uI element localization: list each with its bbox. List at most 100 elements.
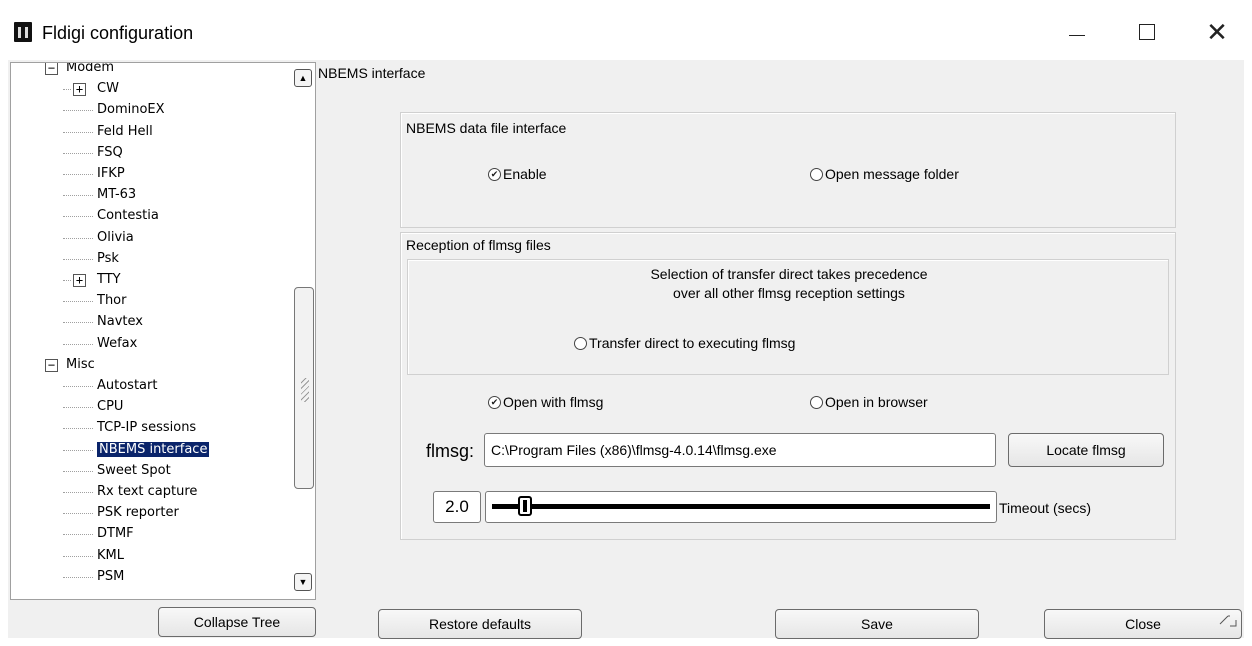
tree-item[interactable]: Wefax: [97, 334, 137, 354]
flmsg-path-input[interactable]: C:\Program Files (x86)\flmsg-4.0.14\flms…: [484, 433, 996, 467]
tree-connector: [63, 174, 93, 175]
open-with-flmsg-checkbox[interactable]: Open with flmsg: [488, 393, 603, 411]
checkbox-icon: [810, 167, 823, 181]
expand-icon[interactable]: +: [73, 83, 86, 97]
restore-defaults-button[interactable]: Restore defaults: [378, 609, 582, 639]
transfer-direct-label: Transfer direct to executing flmsg: [589, 335, 796, 351]
config-tree: ▲ ▼ − Modem + CW DominoEX Feld Hell FSQ IFKP MT-…: [10, 62, 316, 600]
open-in-browser-checkbox[interactable]: Open in browser: [810, 393, 928, 411]
page-title: NBEMS interface: [318, 65, 426, 81]
tree-item-label: Rx text capture: [97, 484, 198, 499]
tree-item[interactable]: PSK reporter: [97, 503, 179, 523]
tree-item-label: PSM: [97, 568, 125, 584]
tree-item-label: MT-63: [97, 187, 137, 203]
tree-connector: [63, 513, 93, 515]
tree-connector: [63, 280, 71, 281]
tree-connector: [63, 555, 93, 557]
tree-item[interactable]: MT-63: [97, 185, 136, 205]
tree-item-label: Sweet Spot: [97, 462, 171, 478]
open-message-folder-label: Open message folder: [825, 166, 959, 182]
minimize-button[interactable]: [1054, 12, 1100, 52]
checkbox-icon: [488, 395, 501, 409]
open-message-folder-checkbox[interactable]: Open message folder: [810, 165, 959, 183]
collapse-tree-button[interactable]: Collapse Tree: [158, 607, 316, 637]
checkbox-icon: [488, 167, 501, 181]
tree-item-label: PSK reporter: [97, 505, 179, 521]
tree-item-label: Thor: [97, 293, 127, 309]
tree-item-label: Misc: [66, 356, 95, 372]
tree-item[interactable]: KML: [97, 546, 124, 566]
enable-checkbox[interactable]: Enable: [488, 165, 547, 183]
tree-item[interactable]: TTY: [97, 270, 121, 290]
tree-item[interactable]: Feld Hell: [97, 122, 153, 142]
transfer-direct-checkbox[interactable]: Transfer direct to executing flmsg: [574, 334, 795, 352]
enable-label: Enable: [503, 166, 547, 182]
scroll-up-button[interactable]: ▲: [294, 69, 312, 87]
tree-item-label: FSQ: [97, 144, 123, 160]
tree-connector: [63, 195, 93, 197]
locate-flmsg-button[interactable]: Locate flmsg: [1008, 433, 1164, 467]
open-in-browser-label: Open in browser: [825, 394, 928, 410]
precedence-note-line1: Selection of transfer direct takes prece…: [650, 266, 928, 282]
reception-group-label: Reception of flmsg files: [406, 237, 551, 253]
tree-item[interactable]: CPU: [97, 397, 123, 417]
minimize-icon: [1069, 34, 1085, 36]
resize-grip-icon[interactable]: [1218, 612, 1238, 632]
collapse-icon[interactable]: −: [45, 63, 58, 75]
timeout-slider[interactable]: [485, 491, 997, 523]
dialog-content: ▲ ▼ − Modem + CW DominoEX Feld Hell FSQ IFKP MT-…: [8, 60, 1244, 639]
tree-connector: [63, 386, 93, 387]
window-title: Fldigi configuration: [42, 23, 194, 43]
tree-item-label: DominoEX: [97, 102, 165, 118]
close-button[interactable]: Close: [1044, 609, 1242, 639]
tree-item[interactable]: IFKP: [97, 164, 125, 184]
flmsg-path-label: flmsg:: [426, 441, 475, 461]
tree-item-label: Modem: [66, 62, 115, 75]
tree-item[interactable]: CW: [97, 79, 119, 99]
checkbox-icon: [574, 336, 587, 350]
tree-connector: [63, 492, 93, 493]
tree-item[interactable]: Autostart: [97, 376, 157, 396]
tree-item[interactable]: Contestia: [97, 206, 159, 226]
tree-item[interactable]: Sweet Spot: [97, 461, 171, 481]
maximize-icon: [1139, 24, 1155, 40]
maximize-button[interactable]: [1124, 12, 1170, 52]
tree-connector: [63, 301, 93, 303]
data-file-group: NBEMS data file interface Enable Open me…: [400, 112, 1176, 228]
slider-thumb[interactable]: [517, 496, 532, 516]
tree-item[interactable]: FSQ: [97, 143, 123, 163]
tree-item[interactable]: Misc: [66, 355, 95, 375]
tree-item-label: CPU: [97, 399, 124, 415]
timeout-value[interactable]: 2.0: [433, 491, 481, 523]
open-with-flmsg-label: Open with flmsg: [503, 394, 604, 410]
tree-connector: [63, 152, 93, 154]
expand-icon[interactable]: +: [73, 274, 86, 287]
precedence-note-line2: over all other flmsg reception settings: [673, 285, 905, 301]
tree-item[interactable]: Thor: [97, 291, 126, 311]
tree-item-label: Autostart: [97, 378, 158, 393]
title-bar: Fldigi configuration ✕: [0, 0, 1252, 60]
close-window-button[interactable]: ✕: [1194, 12, 1240, 52]
tree-item[interactable]: Olivia: [97, 228, 134, 248]
tree-scrollbar[interactable]: ▲ ▼: [293, 65, 314, 597]
save-button[interactable]: Save: [775, 609, 979, 639]
tree-connector: [63, 237, 93, 239]
tree-item[interactable]: Psk: [97, 249, 119, 269]
reception-group: Reception of flmsg files Selection of tr…: [400, 232, 1176, 540]
tree-item[interactable]: Rx text capture: [97, 482, 197, 502]
collapse-icon[interactable]: −: [45, 358, 58, 372]
scroll-down-button[interactable]: ▼: [294, 573, 312, 591]
tree-item[interactable]: Modem: [66, 62, 115, 78]
tree-item[interactable]: DTMF: [97, 524, 134, 544]
timeout-label: Timeout (secs): [999, 500, 1092, 516]
grip-icon: [301, 378, 309, 402]
tree-item[interactable]: Navtex: [97, 312, 143, 332]
tree-item-label: Contestia: [97, 208, 159, 224]
tree-item[interactable]: DominoEX: [97, 100, 165, 120]
tree-item-label: Navtex: [97, 314, 143, 330]
tree-item[interactable]: TCP-IP sessions: [97, 418, 196, 438]
tree-connector: [63, 110, 93, 112]
tree-item[interactable]: NBEMS interface: [95, 440, 211, 460]
scroll-thumb[interactable]: [294, 287, 314, 489]
tree-item[interactable]: PSM: [97, 567, 124, 587]
